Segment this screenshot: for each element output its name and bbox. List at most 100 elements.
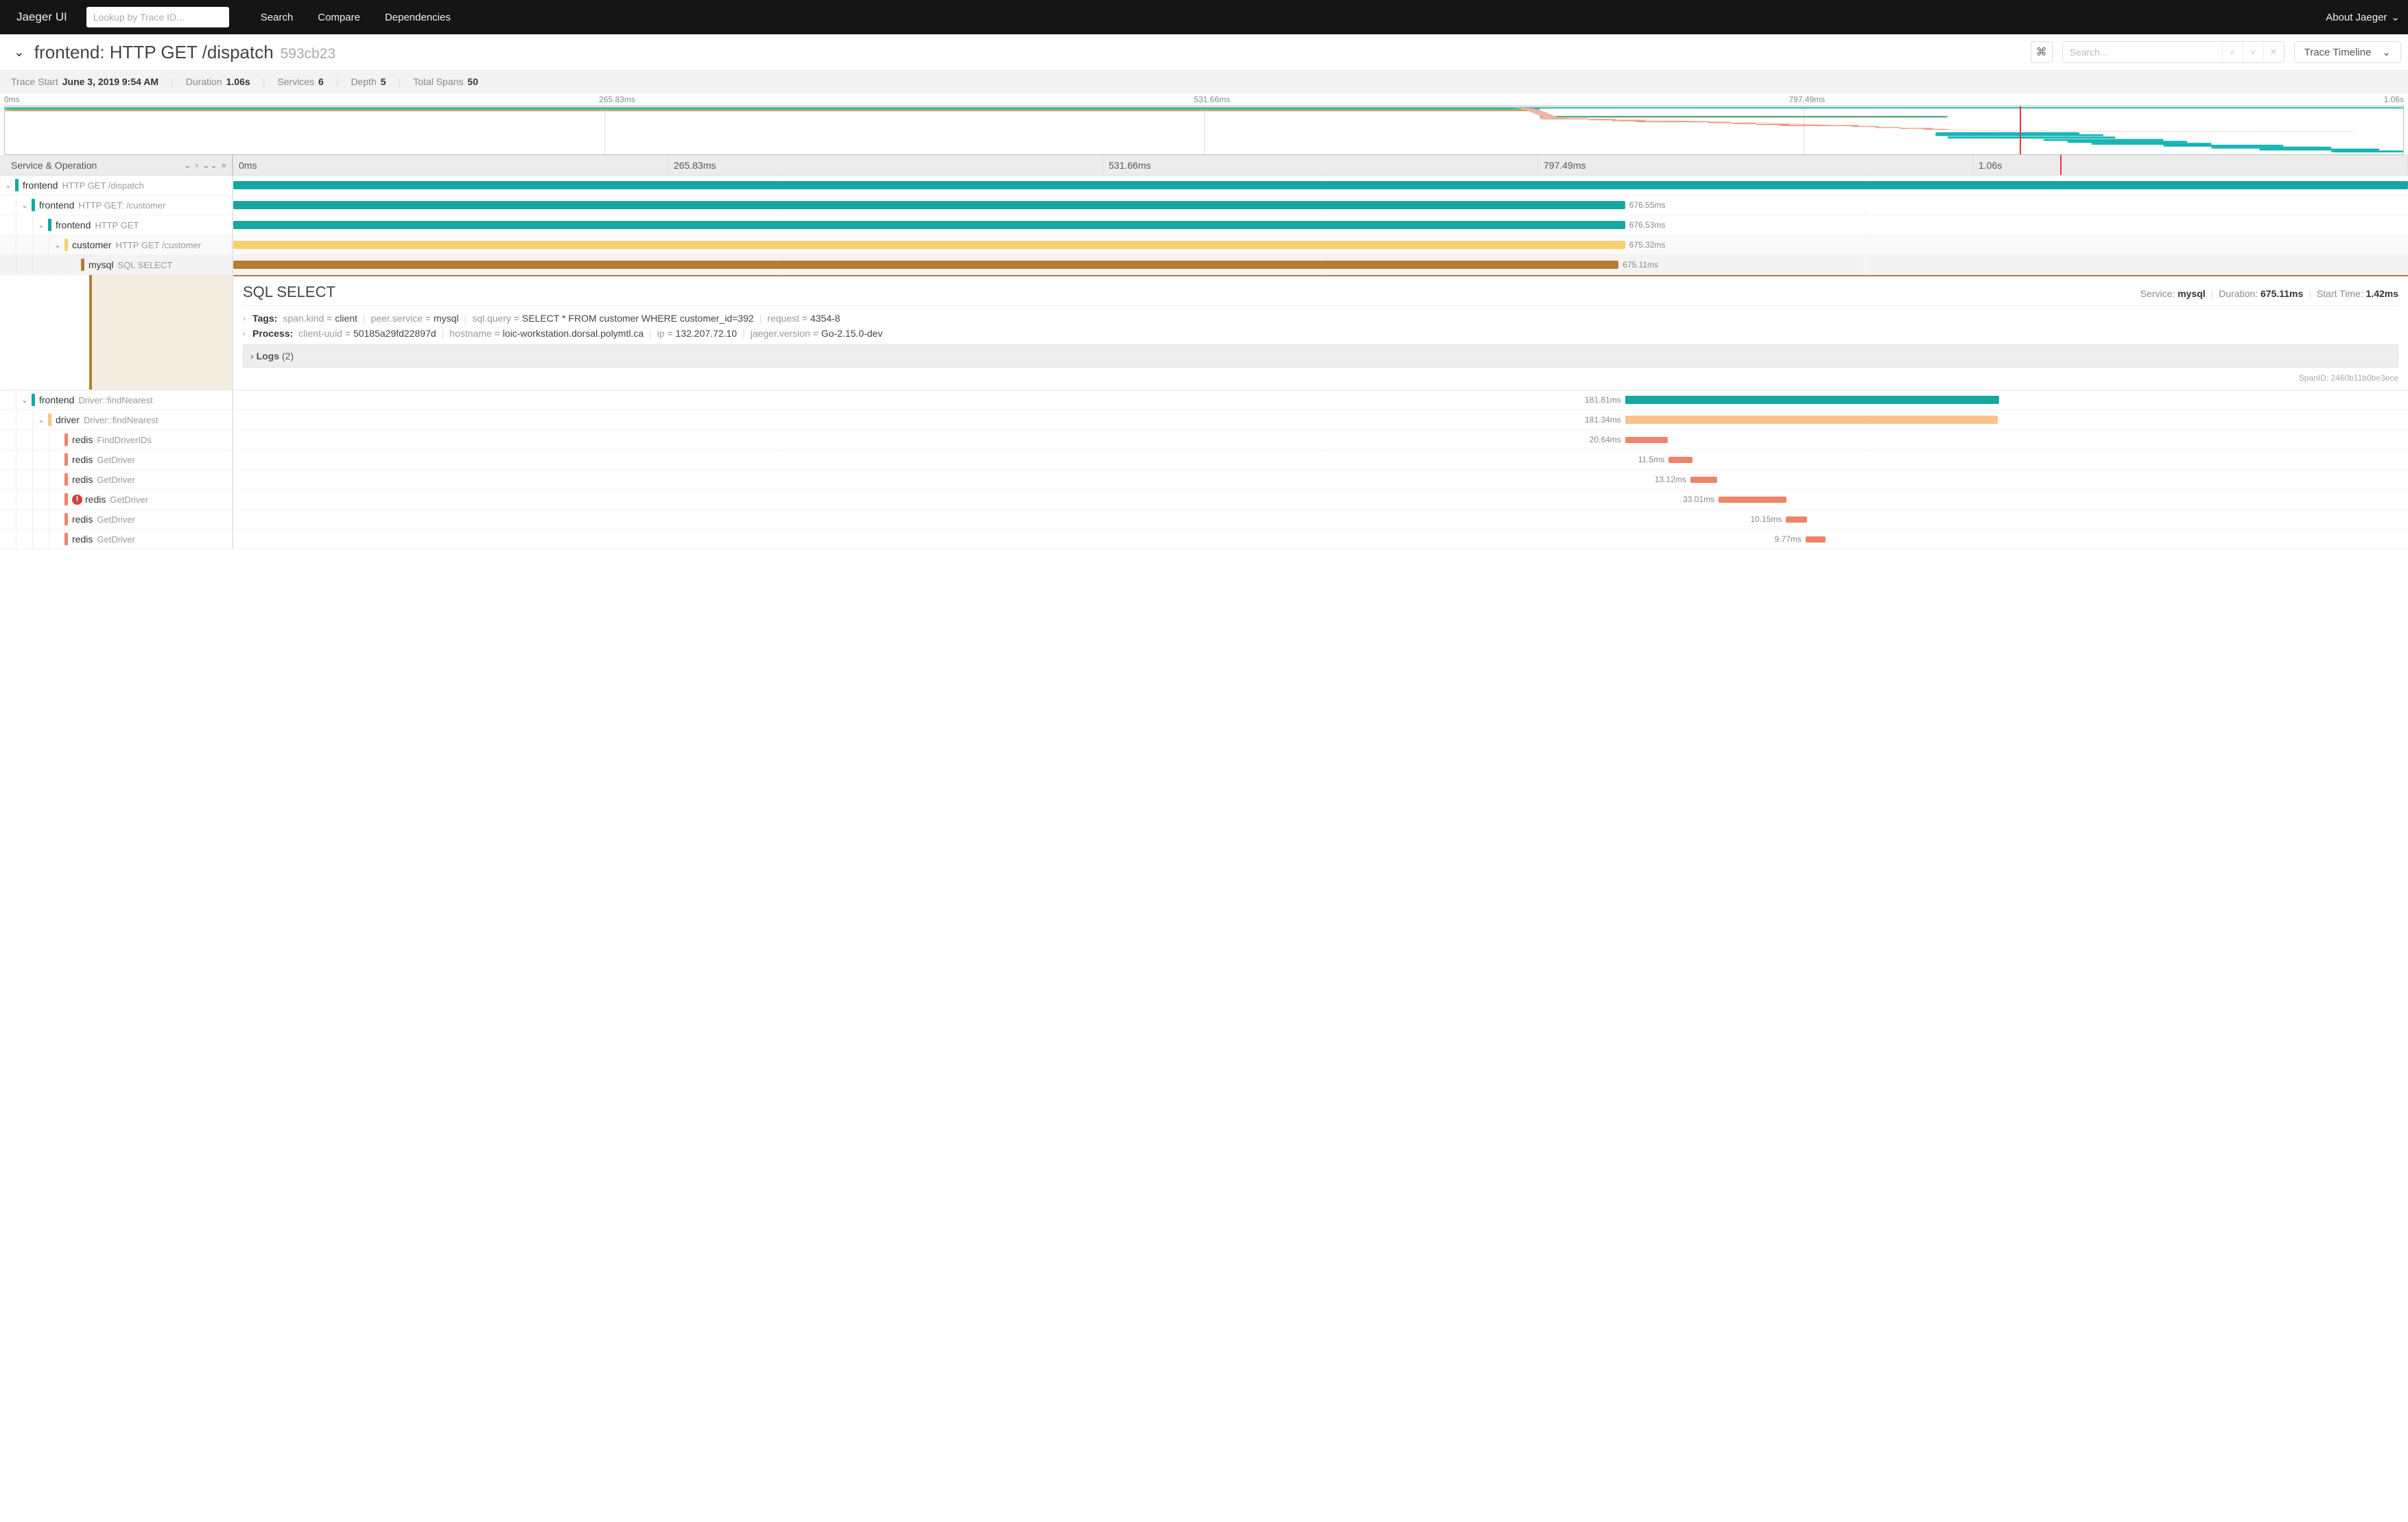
expand-process-icon[interactable]: › <box>243 329 246 338</box>
expand-all-icon[interactable]: » <box>222 160 226 171</box>
span-bar-cell[interactable]: 10.15ms <box>233 510 2408 529</box>
span-bar[interactable] <box>233 261 1618 269</box>
span-bar-cell[interactable]: 181.34ms <box>233 410 2408 429</box>
span-bar[interactable] <box>1625 437 1668 443</box>
duration-value: 1.06s <box>226 76 250 87</box>
span-name-cell[interactable]: redisGetDriver <box>0 530 233 549</box>
search-next-button[interactable]: ˅ <box>2243 42 2263 62</box>
expand-caret-icon[interactable]: ⌄ <box>19 395 30 405</box>
trace-lookup-input[interactable] <box>86 7 229 27</box>
expand-caret-icon[interactable]: ⌄ <box>36 220 47 230</box>
span-bar[interactable] <box>1806 536 1826 543</box>
services-label: Services <box>277 76 314 87</box>
span-row[interactable]: mysqlSQL SELECT675.11ms <box>0 255 2408 275</box>
span-name-cell[interactable]: mysqlSQL SELECT <box>0 255 233 274</box>
service-color-swatch <box>64 513 68 525</box>
collapse-one-icon[interactable]: ⌄ <box>184 160 191 171</box>
span-row[interactable]: redisGetDriver9.77ms <box>0 530 2408 549</box>
detail-body: SQL SELECT Service: mysql| Duration: 675… <box>233 275 2408 390</box>
expand-one-icon[interactable]: › <box>196 160 198 171</box>
service-name: redis <box>72 434 93 445</box>
about-label: About Jaeger <box>2326 12 2387 23</box>
span-name-cell[interactable]: redisGetDriver <box>0 450 233 469</box>
service-color-swatch <box>64 453 68 466</box>
span-row[interactable]: redisGetDriver11.5ms <box>0 450 2408 470</box>
tick: 531.66ms <box>1103 155 1538 175</box>
span-name-cell[interactable]: redisGetDriver <box>0 470 233 489</box>
span-bar-cell[interactable]: 181.81ms <box>233 390 2408 409</box>
view-mode-select[interactable]: Trace Timeline ⌄ <box>2294 41 2401 63</box>
time-marker[interactable] <box>2060 155 2062 175</box>
span-name-cell[interactable]: redisGetDriver <box>0 510 233 529</box>
total-spans-label: Total Spans <box>413 76 463 87</box>
span-duration-label: 675.32ms <box>1629 240 1666 250</box>
span-bar[interactable] <box>233 181 2408 189</box>
logs-toggle[interactable]: › Logs (2) <box>243 344 2398 368</box>
span-row[interactable]: !redisGetDriver33.01ms <box>0 490 2408 510</box>
span-bar[interactable] <box>233 201 1625 209</box>
span-row[interactable]: redisGetDriver10.15ms <box>0 510 2408 530</box>
keyboard-shortcuts-button[interactable]: ⌘ <box>2031 41 2053 63</box>
minimap[interactable] <box>4 106 2404 155</box>
service-color-swatch <box>64 533 68 545</box>
search-prev-button[interactable]: ˄ <box>2222 42 2243 62</box>
span-bar-cell[interactable]: 11.5ms <box>233 450 2408 469</box>
span-bar-cell[interactable]: 676.55ms <box>233 195 2408 215</box>
span-row[interactable]: ⌄driverDriver::findNearest181.34ms <box>0 410 2408 430</box>
span-bar[interactable] <box>1690 477 1717 483</box>
span-row[interactable]: ⌄frontendHTTP GET: /customer 676.55ms <box>0 195 2408 215</box>
span-bar[interactable] <box>233 221 1625 229</box>
span-name-cell[interactable]: ⌄frontendHTTP GET /dispatch <box>0 176 233 195</box>
span-bar[interactable] <box>1719 497 1786 503</box>
span-name-cell[interactable]: redisFindDriverIDs <box>0 430 233 449</box>
span-name-cell[interactable]: ⌄frontendHTTP GET <box>0 215 233 235</box>
span-name-cell[interactable]: ⌄frontendDriver::findNearest <box>0 390 233 409</box>
span-row[interactable]: ⌄customerHTTP GET /customer 675.32ms <box>0 235 2408 255</box>
span-bar[interactable] <box>1668 457 1692 463</box>
nav-link-search[interactable]: Search <box>261 12 294 23</box>
process-tag: hostname = loic-workstation.dorsal.polym… <box>449 328 644 339</box>
nav-link-dependencies[interactable]: Dependencies <box>385 12 451 23</box>
collapse-title-icon[interactable]: ⌄ <box>14 45 25 60</box>
span-bar-cell[interactable]: 13.12ms <box>233 470 2408 489</box>
error-icon: ! <box>72 495 82 505</box>
span-bar-cell[interactable]: 20.64ms <box>233 430 2408 449</box>
span-row[interactable]: ⌄frontendHTTP GET 676.53ms <box>0 215 2408 235</box>
span-name-cell[interactable]: ⌄customerHTTP GET /customer <box>0 235 233 254</box>
expand-caret-icon[interactable]: ⌄ <box>52 240 63 250</box>
expand-caret-icon[interactable]: ⌄ <box>19 200 30 210</box>
span-bar[interactable] <box>233 241 1625 249</box>
expand-caret-icon[interactable]: ⌄ <box>36 415 47 425</box>
span-bar-cell[interactable]: 9.77ms <box>233 530 2408 549</box>
span-bar[interactable] <box>1625 396 1999 404</box>
span-row[interactable]: redisGetDriver13.12ms <box>0 470 2408 490</box>
span-name-cell[interactable]: ⌄driverDriver::findNearest <box>0 410 233 429</box>
span-bar-cell[interactable]: 33.01ms <box>233 490 2408 509</box>
span-name-cell[interactable]: ⌄frontendHTTP GET: /customer <box>0 195 233 215</box>
operation-name: HTTP GET /customer <box>116 240 202 250</box>
nav-link-compare[interactable]: Compare <box>318 12 360 23</box>
chevron-down-icon: ⌄ <box>2382 46 2391 58</box>
span-row[interactable]: ⌄frontendHTTP GET /dispatch <box>0 176 2408 195</box>
search-clear-button[interactable]: ✕ <box>2263 42 2284 62</box>
about-menu[interactable]: About Jaeger ⌄ <box>2326 11 2400 23</box>
span-bar-cell[interactable]: 675.11ms <box>233 255 2408 274</box>
span-duration-label: 20.64ms <box>1590 435 1621 444</box>
span-bar-cell[interactable]: 675.32ms <box>233 235 2408 254</box>
span-bar-cell[interactable] <box>233 176 2408 195</box>
time-marker[interactable] <box>2020 106 2021 154</box>
span-name-cell[interactable]: !redisGetDriver <box>0 490 233 509</box>
span-row[interactable]: ⌄frontendDriver::findNearest181.81ms <box>0 390 2408 410</box>
span-bar[interactable] <box>1786 516 1806 523</box>
search-input[interactable] <box>2063 42 2222 62</box>
tick: 265.83ms <box>668 155 1103 175</box>
span-duration-label: 676.55ms <box>1629 200 1666 210</box>
expand-caret-icon[interactable]: ⌄ <box>3 180 14 190</box>
operation-name: GetDriver <box>97 514 135 525</box>
span-row[interactable]: redisFindDriverIDs 20.64ms <box>0 430 2408 450</box>
span-duration-label: 676.53ms <box>1629 220 1666 230</box>
span-bar-cell[interactable]: 676.53ms <box>233 215 2408 235</box>
collapse-all-icon[interactable]: ⌄⌄ <box>202 160 217 171</box>
expand-tags-icon[interactable]: › <box>243 313 246 323</box>
span-bar[interactable] <box>1625 416 1998 424</box>
